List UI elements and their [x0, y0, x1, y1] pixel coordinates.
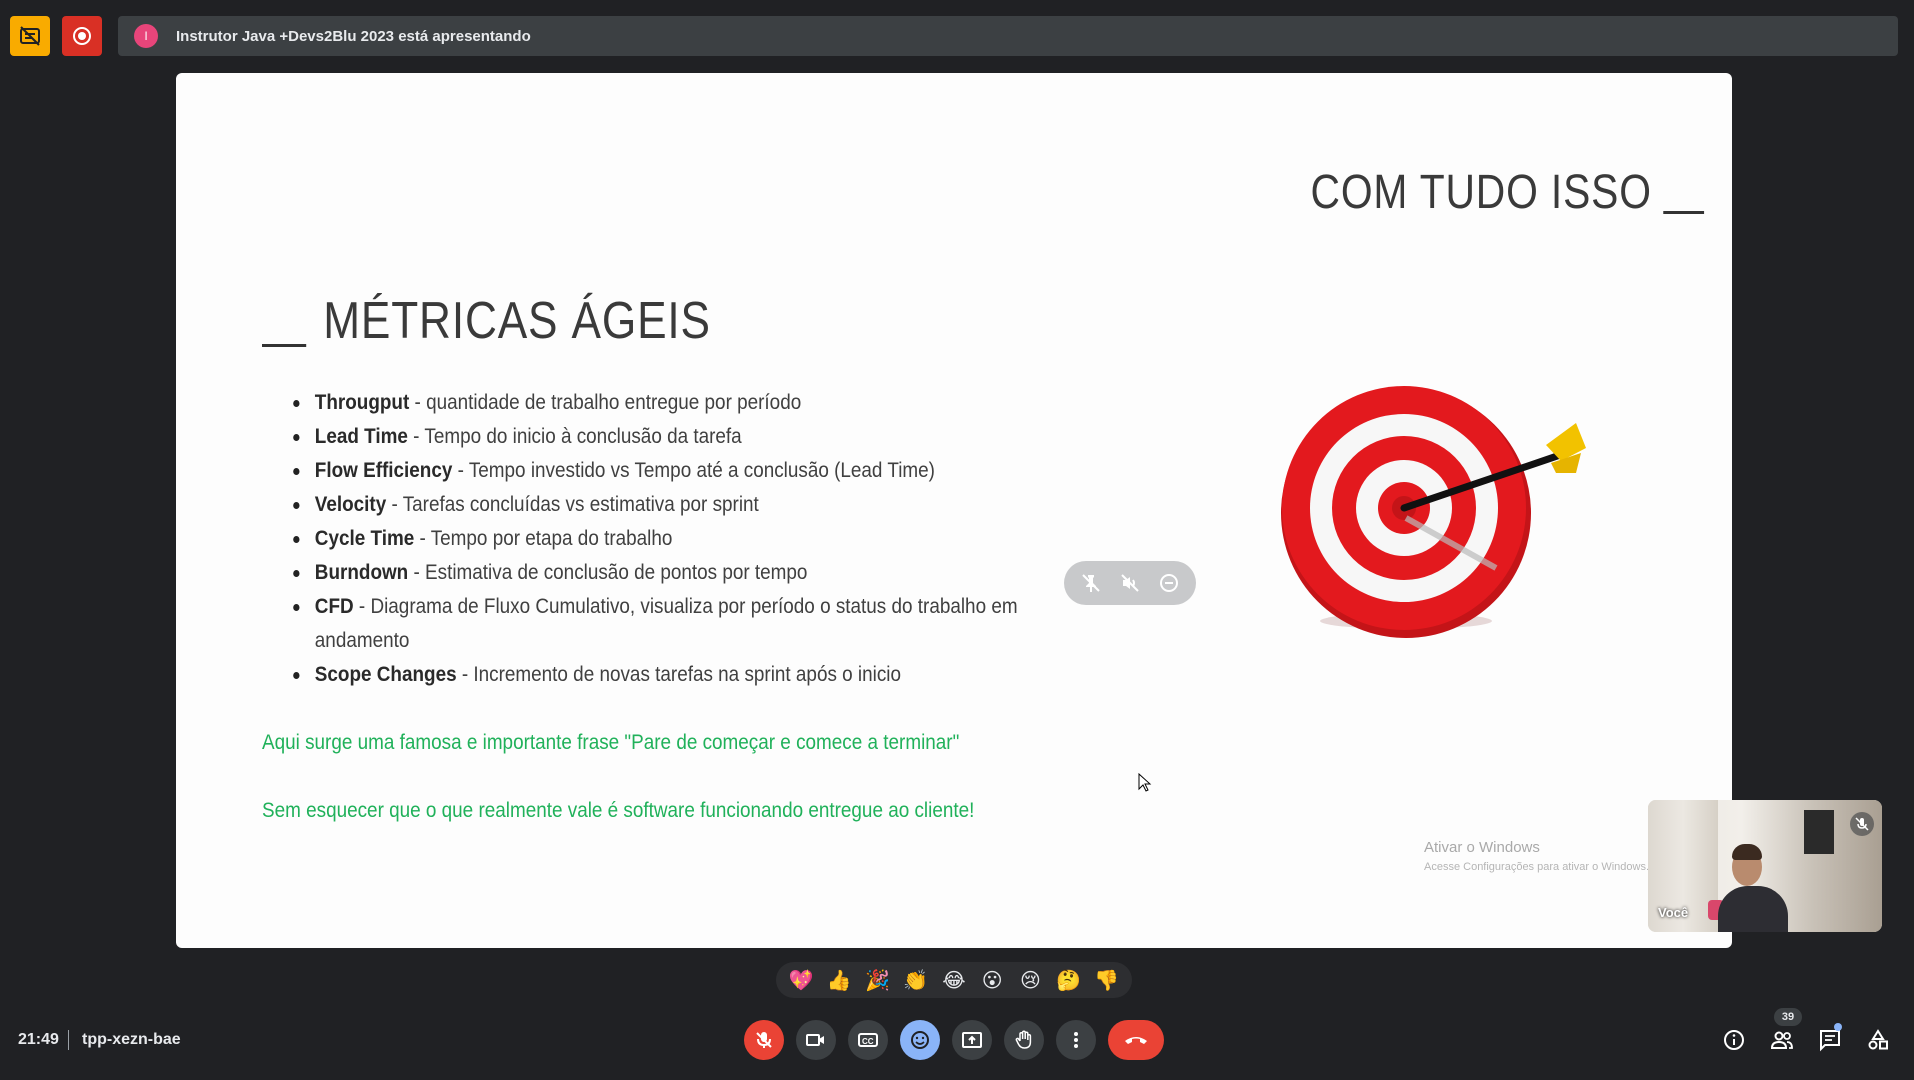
self-label: Você — [1658, 905, 1689, 920]
metric-term: Flow Efficiency — [314, 459, 453, 482]
pin-overlay-controls — [1064, 561, 1196, 605]
reaction-thumbs-down[interactable]: 👎 — [1089, 968, 1125, 992]
reaction-surprised[interactable]: 😮 — [974, 968, 1010, 992]
leave-call-button[interactable] — [1108, 1020, 1164, 1060]
mute-presentation-icon[interactable] — [1116, 569, 1144, 597]
quote-1: Aqui surge uma famosa e importante frase… — [262, 731, 960, 754]
captions-off-icon[interactable] — [10, 16, 50, 56]
slide-title-text: COM TUDO ISSO — [1310, 166, 1652, 219]
clock: 21:49 — [18, 1031, 59, 1048]
meeting-code[interactable]: tpp-xezn-bae — [82, 1031, 181, 1049]
presenter-avatar: I — [134, 24, 158, 48]
reactions-bar: 💖 👍 🎉 👏 😂 😮 😢 🤔 👎 — [776, 962, 1132, 998]
people-icon — [1770, 1031, 1793, 1049]
self-video-tile[interactable]: Você — [1648, 800, 1882, 932]
chat-icon — [1820, 1030, 1840, 1052]
metric-term: Througput — [314, 391, 410, 414]
mouse-cursor-icon — [1138, 773, 1152, 792]
unpin-icon[interactable] — [1077, 569, 1105, 597]
hand-icon — [1015, 1030, 1032, 1049]
chat-unread-dot — [1834, 1023, 1842, 1031]
captions-icon: CC — [858, 1033, 878, 1047]
present-icon — [962, 1032, 982, 1048]
presenting-banner: I Instrutor Java +Devs2Blu 2023 está apr… — [118, 16, 1898, 56]
captions-button[interactable]: CC — [848, 1020, 888, 1060]
metric-term: Lead Time — [314, 425, 408, 448]
mic-off-icon — [1850, 812, 1874, 836]
mic-toggle-button[interactable] — [744, 1020, 784, 1060]
raise-hand-button[interactable] — [1004, 1020, 1044, 1060]
camera-icon — [806, 1034, 824, 1046]
list-item: CFD - Diagrama de Fluxo Cumulativo, visu… — [286, 590, 1078, 658]
metric-desc: - Estimativa de conclusão de pontos por … — [408, 561, 808, 584]
reactions-button[interactable] — [900, 1020, 940, 1060]
list-item: Flow Efficiency - Tempo investido vs Tem… — [286, 454, 1078, 488]
self-video-tv — [1804, 810, 1834, 854]
section-title: MÉTRICAS ÁGEIS — [262, 291, 711, 351]
section-title-text: MÉTRICAS ÁGEIS — [323, 292, 711, 350]
metric-desc: - Tempo investido vs Tempo até a conclus… — [452, 459, 935, 482]
presenting-text: Instrutor Java +Devs2Blu 2023 está apres… — [176, 27, 531, 45]
emoji-icon — [911, 1031, 929, 1049]
remove-icon[interactable] — [1155, 569, 1183, 597]
list-item: Lead Time - Tempo do inicio à conclusão … — [286, 420, 1078, 454]
metric-desc: - Diagrama de Fluxo Cumulativo, visualiz… — [314, 595, 1018, 652]
info-icon — [1724, 1030, 1744, 1050]
metric-term: Scope Changes — [314, 663, 457, 686]
metric-desc: - quantidade de trabalho entregue por pe… — [409, 391, 802, 414]
slide-title: COM TUDO ISSO — [1310, 165, 1704, 220]
self-video-person-body — [1718, 886, 1788, 932]
list-item: Scope Changes - Incremento de novas tare… — [286, 658, 1078, 692]
title-rule — [1663, 211, 1704, 214]
hangup-icon — [1125, 1037, 1147, 1044]
reaction-crying[interactable]: 😢 — [1012, 968, 1048, 992]
reaction-laughing[interactable]: 😂 — [936, 968, 972, 992]
list-item: Cycle Time - Tempo por etapa do trabalho — [286, 522, 1078, 556]
metric-term: Cycle Time — [314, 527, 415, 550]
mic-off-icon — [756, 1032, 772, 1048]
reaction-thinking[interactable]: 🤔 — [1051, 968, 1087, 992]
reaction-sparkling-heart[interactable]: 💖 — [783, 968, 819, 992]
self-video-person-hair — [1732, 844, 1762, 860]
presentation-slide: COM TUDO ISSO MÉTRICAS ÁGEIS Througput -… — [176, 73, 1732, 948]
reaction-clapping[interactable]: 👏 — [898, 968, 934, 992]
metrics-list: Througput - quantidade de trabalho entre… — [286, 386, 1046, 692]
metric-desc: - Tempo do inicio à conclusão da tarefa — [407, 425, 742, 448]
metric-term: Velocity — [314, 493, 387, 516]
divider — [68, 1030, 69, 1050]
windows-activation-subtitle: Acesse Configurações para ativar o Windo… — [1424, 861, 1649, 873]
windows-activation-title: Ativar o Windows — [1424, 839, 1540, 856]
section-rule — [262, 344, 307, 347]
reaction-party-popper[interactable]: 🎉 — [860, 968, 896, 992]
reaction-thumbs-up[interactable]: 👍 — [821, 968, 857, 992]
more-vert-icon — [1074, 1032, 1078, 1048]
recording-icon[interactable] — [62, 16, 102, 56]
shapes-icon — [1868, 1029, 1888, 1050]
present-now-button[interactable] — [952, 1020, 992, 1060]
list-item: Velocity - Tarefas concluídas vs estimat… — [286, 488, 1078, 522]
metric-desc: - Incremento de novas tarefas na sprint … — [456, 663, 901, 686]
metric-term: CFD — [314, 595, 354, 618]
target-arrow-image — [1281, 386, 1586, 638]
more-options-button[interactable] — [1056, 1020, 1096, 1060]
metric-term: Burndown — [314, 561, 409, 584]
metric-desc: - Tarefas concluídas vs estimativa por s… — [386, 493, 759, 516]
list-item: Burndown - Estimativa de conclusão de po… — [286, 556, 1078, 590]
list-item: Througput - quantidade de trabalho entre… — [286, 386, 1078, 420]
activities-button[interactable] — [1862, 1024, 1894, 1056]
camera-toggle-button[interactable] — [796, 1020, 836, 1060]
metric-desc: - Tempo por etapa do trabalho — [414, 527, 673, 550]
svg-text:CC: CC — [862, 1037, 874, 1046]
meeting-details-button[interactable] — [1718, 1024, 1750, 1056]
quote-2: Sem esquecer que o que realmente vale é … — [262, 799, 975, 822]
people-button[interactable] — [1766, 1024, 1798, 1056]
